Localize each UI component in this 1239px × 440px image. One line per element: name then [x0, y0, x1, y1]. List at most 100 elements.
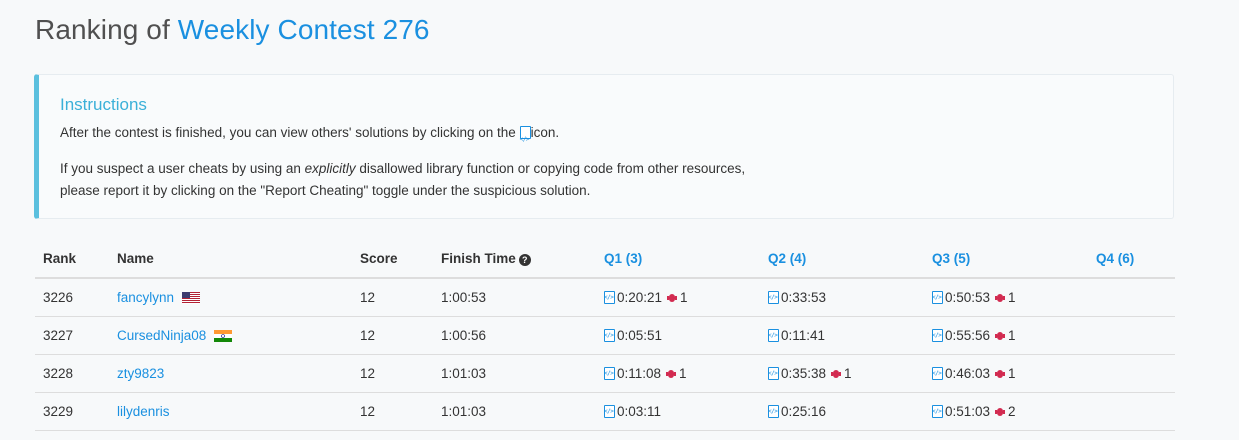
name-cell: fancylynn	[109, 278, 352, 317]
ranking-page: Ranking of Weekly Contest 276 Instructio…	[0, 0, 1239, 440]
instructions-p2-text: If you suspect a user cheats by using an	[60, 161, 305, 176]
q3-time: 0:51:03	[945, 403, 991, 419]
q1-cell: 0:11:08 1	[596, 354, 760, 393]
header-q4[interactable]: Q4 (6)	[1088, 240, 1175, 279]
bug-icon	[667, 293, 678, 303]
header-rank: Rank	[35, 240, 109, 279]
page-title-prefix: Ranking of	[35, 14, 178, 45]
name-cell: CursedNinja08	[109, 316, 352, 355]
us-flag-icon	[182, 291, 201, 304]
finish-time-cell: 1:00:53	[433, 278, 596, 317]
score-cell: 12	[352, 392, 433, 431]
instructions-paragraph-1: After the contest is finished, you can v…	[60, 122, 560, 151]
user-link[interactable]: fancylynn	[117, 290, 174, 305]
code-file-icon[interactable]	[768, 290, 779, 304]
code-file-icon[interactable]	[932, 404, 943, 418]
header-finish-time: Finish Time?	[433, 240, 596, 279]
code-file-icon	[519, 126, 531, 151]
table-body: 3226fancylynn121:00:530:20:2110:33:530:5…	[35, 278, 1175, 431]
header-q3[interactable]: Q3 (5)	[924, 240, 1088, 279]
page-title: Ranking of Weekly Contest 276	[35, 14, 430, 46]
instructions-p2-emphasis: explicitly	[304, 161, 356, 176]
q4-cell	[1088, 278, 1175, 317]
bug-icon	[831, 369, 842, 379]
q1-time: 0:05:51	[617, 327, 663, 343]
code-file-icon[interactable]	[768, 366, 779, 380]
header-score: Score	[352, 240, 433, 279]
bug-icon	[995, 369, 1006, 379]
q1-wrong-count: 1	[679, 365, 687, 381]
q1-wrong-count: 1	[680, 289, 688, 305]
q3-cell: 0:55:56 1	[924, 316, 1088, 355]
name-cell: lilydenris	[109, 392, 352, 431]
user-link[interactable]: lilydenris	[117, 404, 170, 419]
india-flag-icon	[214, 329, 233, 342]
q3-wrong-count: 1	[1008, 327, 1016, 343]
q3-wrong-count: 1	[1008, 365, 1016, 381]
instructions-p2-line2: please report it by clicking on the "Rep…	[60, 183, 591, 198]
question-circle-icon[interactable]: ?	[518, 254, 531, 266]
code-file-icon[interactable]	[604, 328, 615, 342]
q4-cell	[1088, 316, 1175, 355]
q3-time: 0:55:56	[945, 327, 991, 343]
q3-cell: 0:51:03 2	[924, 392, 1088, 431]
q3-time: 0:50:53	[945, 289, 991, 305]
finish-time-cell: 1:00:56	[433, 316, 596, 355]
instructions-p1-after: icon.	[530, 125, 560, 140]
header-q2[interactable]: Q2 (4)	[760, 240, 924, 279]
rank-cell: 3227	[35, 316, 109, 355]
q3-cell: 0:46:03 1	[924, 354, 1088, 393]
code-file-icon[interactable]	[604, 404, 615, 418]
q1-time: 0:03:11	[617, 403, 662, 419]
user-link[interactable]: zty9823	[117, 366, 164, 381]
code-file-icon[interactable]	[768, 404, 779, 418]
rank-cell: 3226	[35, 278, 109, 317]
q3-wrong-count: 1	[1008, 289, 1016, 305]
q2-time: 0:11:41	[781, 327, 826, 343]
table-header-row: Rank Name Score Finish Time? Q1 (3) Q2 (…	[35, 240, 1175, 279]
bug-icon	[995, 407, 1006, 417]
bug-icon	[995, 331, 1006, 341]
code-file-icon[interactable]	[932, 366, 943, 380]
q2-cell: 0:25:16	[760, 392, 924, 431]
q4-cell	[1088, 354, 1175, 393]
score-cell: 12	[352, 354, 433, 393]
code-file-icon[interactable]	[604, 366, 615, 380]
instructions-title: Instructions	[60, 95, 147, 114]
bug-icon	[995, 293, 1006, 303]
instructions-paragraph-2: If you suspect a user cheats by using an…	[60, 158, 745, 202]
q2-time: 0:25:16	[781, 403, 827, 419]
contest-link[interactable]: Weekly Contest 276	[178, 14, 430, 45]
code-file-icon[interactable]	[768, 328, 779, 342]
table-row: 3226 fancylynn 121:00:53 0:20:21 1 0:33:53 0:5…	[35, 278, 1175, 317]
header-name: Name	[109, 240, 352, 279]
table-row: 3227 CursedNinja08 121:00:56 0:05:51 0:11:41…	[35, 316, 1175, 355]
q1-time: 0:20:21	[617, 289, 663, 305]
bug-icon	[666, 369, 677, 379]
q2-cell: 0:11:41	[760, 316, 924, 355]
q1-time: 0:11:08	[617, 365, 662, 381]
code-file-icon[interactable]	[932, 290, 943, 304]
name-cell: zty9823	[109, 354, 352, 393]
finish-time-cell: 1:01:03	[433, 392, 596, 431]
q2-wrong-count: 1	[844, 365, 852, 381]
score-cell: 12	[352, 278, 433, 317]
rank-cell: 3228	[35, 354, 109, 393]
table-row: 3229 lilydenris 121:01:03 0:03:11 0:25:16 0:5…	[35, 392, 1175, 431]
header-finish-label: Finish Time	[441, 251, 516, 266]
rank-cell: 3229	[35, 392, 109, 431]
q2-cell: 0:33:53	[760, 278, 924, 317]
q2-time: 0:35:38	[781, 365, 827, 381]
finish-time-cell: 1:01:03	[433, 354, 596, 393]
q1-cell: 0:20:21 1	[596, 278, 760, 317]
code-file-icon[interactable]	[604, 290, 615, 304]
q3-time: 0:46:03	[945, 365, 991, 381]
code-file-icon[interactable]	[932, 328, 943, 342]
user-link[interactable]: CursedNinja08	[117, 328, 206, 343]
header-q1[interactable]: Q1 (3)	[596, 240, 760, 279]
q4-cell	[1088, 392, 1175, 431]
table-row: 3228zty9823121:01:030:11:0810:35:3810:46…	[35, 354, 1175, 393]
instructions-panel: Instructions After the contest is finish…	[34, 74, 1174, 219]
q2-cell: 0:35:38 1	[760, 354, 924, 393]
instructions-p1-text: After the contest is finished, you can v…	[60, 125, 516, 140]
